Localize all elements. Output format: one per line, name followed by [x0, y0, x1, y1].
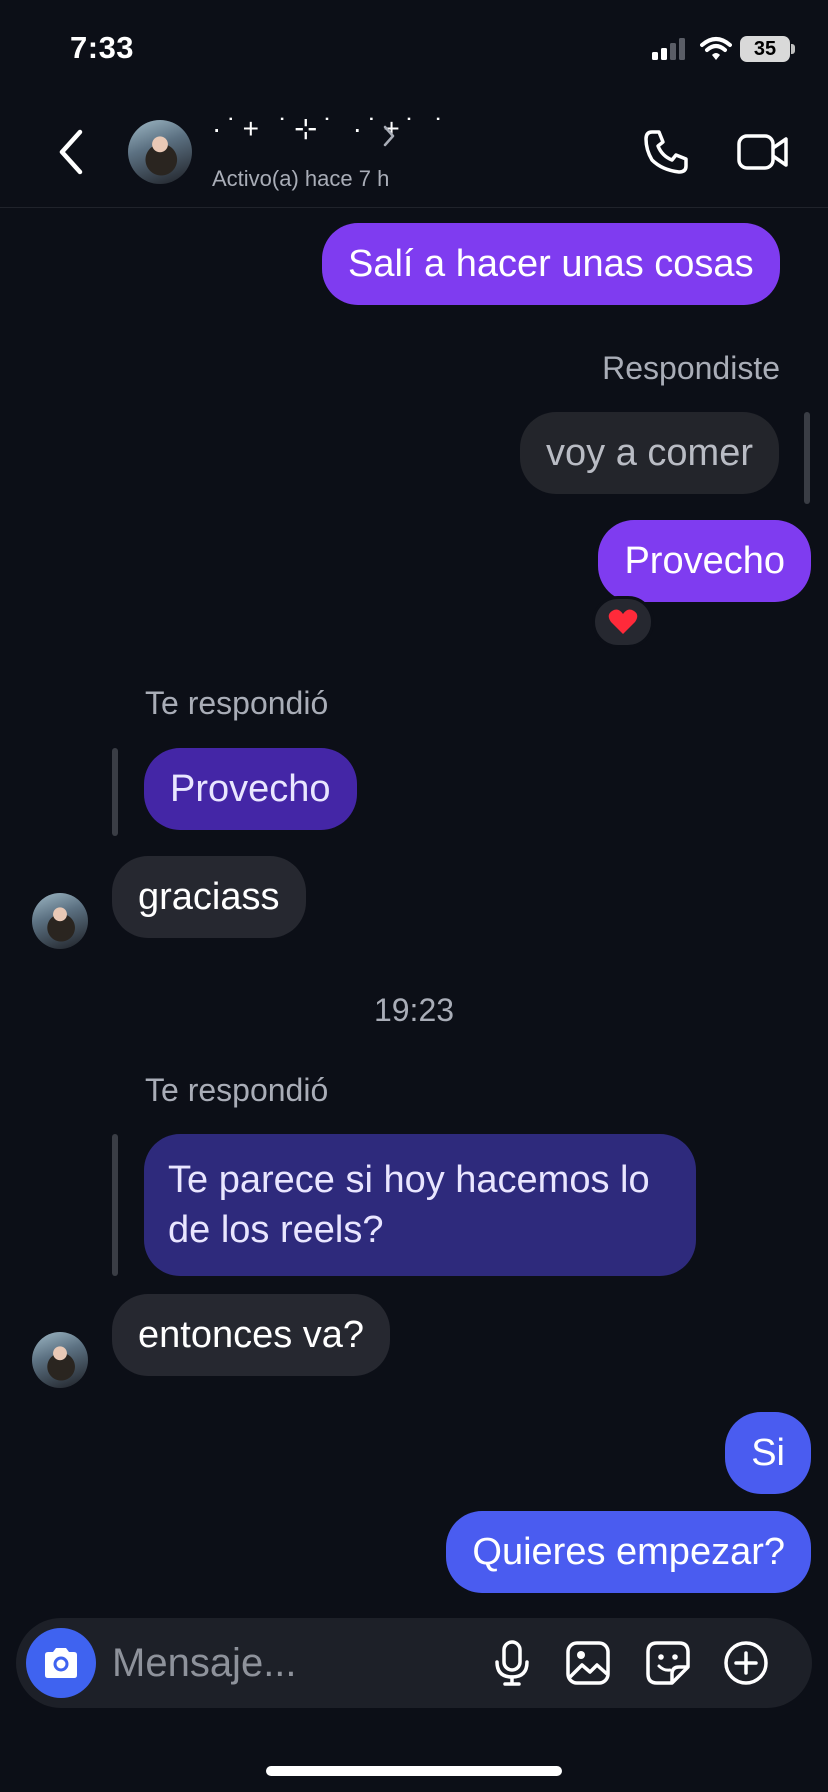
- image-icon[interactable]: [564, 1639, 612, 1687]
- sender-avatar[interactable]: [32, 1332, 88, 1388]
- sender-avatar[interactable]: [32, 893, 88, 949]
- quoted-message[interactable]: voy a comer: [520, 412, 779, 494]
- outgoing-message[interactable]: Provecho: [598, 520, 811, 602]
- chat-header: ·˙+ ˙⊹˙ ·˙+˙ ˙ Activo(a) hace 7 h: [0, 100, 828, 208]
- camera-icon: [45, 1648, 77, 1678]
- reply-quote-bar: [112, 748, 118, 836]
- quoted-message[interactable]: Provecho: [144, 748, 357, 830]
- battery-indicator: 35: [740, 36, 790, 62]
- contact-active-status: Activo(a) hace 7 h: [212, 166, 390, 191]
- microphone-icon[interactable]: [488, 1639, 536, 1687]
- outgoing-message[interactable]: Quieres empezar?: [446, 1511, 811, 1593]
- message-composer: [16, 1618, 812, 1708]
- reply-label: Respondiste: [602, 350, 780, 386]
- heart-reaction-icon: [608, 609, 638, 634]
- phone-icon[interactable]: [642, 128, 690, 176]
- outgoing-message[interactable]: Salí a hacer unas cosas: [322, 223, 780, 305]
- quoted-message[interactable]: Te parece si hoy hacemos lo de los reels…: [144, 1134, 696, 1276]
- message-reaction[interactable]: [592, 596, 654, 648]
- plus-circle-icon[interactable]: [722, 1639, 770, 1687]
- back-icon[interactable]: [54, 128, 90, 176]
- incoming-message[interactable]: entonces va?: [112, 1294, 391, 1376]
- reply-quote-bar: [804, 412, 810, 504]
- outgoing-message[interactable]: Si: [725, 1412, 811, 1494]
- incoming-message[interactable]: graciass: [112, 856, 306, 938]
- camera-button[interactable]: [26, 1628, 96, 1698]
- battery-nub: [791, 44, 795, 54]
- reply-label: Te respondió: [145, 1072, 329, 1108]
- wifi-icon: [700, 37, 732, 60]
- home-indicator[interactable]: [266, 1766, 562, 1776]
- contact-avatar[interactable]: [128, 120, 192, 184]
- video-camera-icon[interactable]: [736, 128, 790, 176]
- reply-quote-bar: [112, 1134, 118, 1276]
- cellular-signal-icon: [652, 38, 685, 60]
- sticker-icon[interactable]: [644, 1639, 692, 1687]
- message-input[interactable]: [112, 1636, 472, 1690]
- timestamp: 19:23: [373, 992, 455, 1028]
- status-time: 7:33: [70, 30, 135, 65]
- chevron-right-icon[interactable]: [382, 124, 396, 148]
- reply-label: Te respondió: [145, 685, 329, 721]
- contact-name[interactable]: ·˙+ ˙⊹˙ ·˙+˙ ˙: [212, 112, 450, 145]
